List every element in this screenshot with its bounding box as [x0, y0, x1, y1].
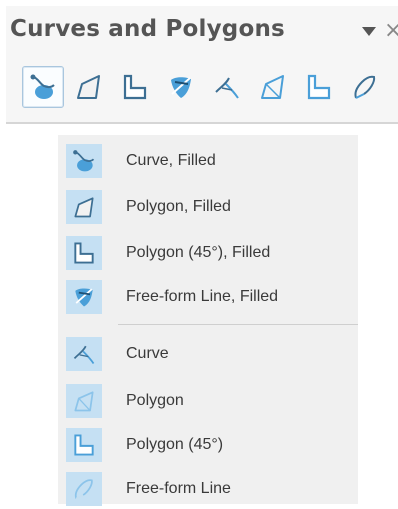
- polygon-45-filled-icon: [66, 236, 102, 270]
- toolbar-title: Curves and Polygons: [10, 16, 285, 42]
- menu-item-polygon-filled[interactable]: Polygon, Filled: [62, 187, 354, 227]
- menu-item-label: Free-form Line, Filled: [126, 288, 279, 305]
- curve-icon: [215, 77, 239, 99]
- toolbar-menu-arrow-icon[interactable]: [362, 26, 376, 36]
- curve-tool-button[interactable]: [206, 66, 248, 108]
- tool-row: [22, 64, 386, 110]
- freeform-tool-button[interactable]: [344, 66, 386, 108]
- freeform-filled-tool-button[interactable]: [160, 66, 202, 108]
- menu-item-label: Polygon, Filled: [126, 198, 231, 215]
- polygon-icon: [66, 384, 102, 418]
- freeform-filled-icon: [66, 280, 102, 314]
- freeform-filled-icon: [171, 77, 191, 98]
- menu-separator: [118, 324, 358, 325]
- menu-item-freeform[interactable]: Free-form Line: [62, 469, 354, 509]
- curve-filled-icon: [66, 144, 102, 178]
- freeform-icon: [66, 472, 102, 506]
- menu-item-label: Polygon: [126, 392, 184, 409]
- menu-item-label: Curve: [126, 345, 169, 362]
- curve-icon: [66, 337, 102, 371]
- menu-item-label: Free-form Line: [126, 480, 231, 497]
- menu-item-polygon-45[interactable]: Polygon (45°): [62, 425, 354, 465]
- menu-item-curve-filled[interactable]: Curve, Filled: [62, 141, 354, 181]
- menu-item-polygon-45-filled[interactable]: Polygon (45°), Filled: [62, 233, 354, 273]
- curve-filled-icon: [30, 74, 55, 99]
- menu-item-label: Polygon (45°): [126, 436, 224, 453]
- menu-item-polygon[interactable]: Polygon: [62, 381, 354, 421]
- polygon-45-filled-tool-button[interactable]: [114, 66, 156, 108]
- polygon-tool-button[interactable]: [252, 66, 294, 108]
- title-controls: ×: [362, 22, 398, 40]
- polygon-45-filled-icon: [123, 74, 147, 100]
- polygon-45-tool-button[interactable]: [298, 66, 340, 108]
- polygon-icon: [261, 75, 284, 99]
- menu-item-label: Curve, Filled: [126, 152, 216, 169]
- polygon-45-icon: [66, 428, 102, 462]
- polygon-45-icon: [307, 74, 331, 100]
- menu-item-curve[interactable]: Curve: [62, 334, 354, 374]
- menu-item-label: Polygon (45°), Filled: [126, 244, 271, 261]
- polygon-filled-icon: [66, 190, 102, 224]
- curves-polygons-menu: Curve, Filled Polygon, Filled Polygon (4…: [58, 135, 358, 506]
- polygon-filled-icon: [77, 75, 100, 99]
- polygon-filled-tool-button[interactable]: [68, 66, 110, 108]
- close-icon[interactable]: ×: [384, 22, 398, 40]
- curves-polygons-toolbar: Curves and Polygons ×: [6, 6, 398, 124]
- freeform-icon: [354, 75, 376, 99]
- curve-filled-tool-button[interactable]: [22, 66, 64, 108]
- menu-item-freeform-filled[interactable]: Free-form Line, Filled: [62, 277, 354, 317]
